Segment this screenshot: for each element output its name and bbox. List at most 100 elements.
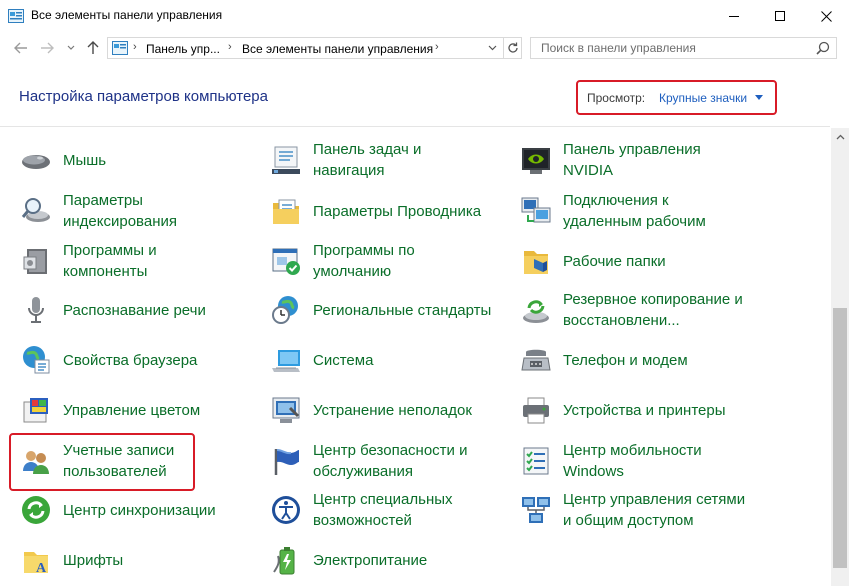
cp-item-label: Центр синхронизации xyxy=(63,501,216,519)
troubleshooting-icon xyxy=(272,397,300,423)
address-dropdown-button[interactable] xyxy=(481,38,503,58)
remote-desktop-icon xyxy=(521,197,551,223)
cp-item-label: Мышь xyxy=(63,151,107,169)
minimize-button[interactable] xyxy=(711,0,757,32)
cp-item-indexing[interactable]: Параметры индексирования xyxy=(18,188,177,234)
cp-item-label: Шрифты xyxy=(63,551,124,569)
taskbar-icon xyxy=(272,146,300,174)
chevron-down-icon xyxy=(488,45,497,51)
cp-item-ease-of-access[interactable]: Центр специальных возможностей xyxy=(268,487,453,533)
cp-item-label: Программы по умолчанию xyxy=(313,242,415,280)
color-management-icon xyxy=(23,398,48,423)
cp-item-default-programs[interactable]: Программы по умолчанию xyxy=(268,238,415,284)
cp-item-label: Система xyxy=(313,351,374,369)
cp-item-sync-center[interactable]: Центр синхронизации xyxy=(18,487,216,533)
header-divider xyxy=(0,126,830,127)
up-button[interactable] xyxy=(82,38,104,58)
nvidia-icon xyxy=(522,148,550,174)
address-bar[interactable]: › Панель упр... › Все элементы панели уп… xyxy=(107,37,504,59)
cp-item-label: Центр мобильности Windows xyxy=(563,442,702,480)
view-mode-label: Просмотр: xyxy=(587,91,646,105)
cp-item-backup[interactable]: Резервное копирование и восстановлени... xyxy=(518,287,743,333)
cp-item-label: Электропитание xyxy=(313,551,428,569)
cp-item-nvidia[interactable]: Панель управления NVIDIA xyxy=(518,137,701,183)
control-panel-icon xyxy=(112,41,128,55)
fonts-icon: A xyxy=(24,552,48,576)
search-input[interactable] xyxy=(531,38,811,58)
scroll-up-button[interactable] xyxy=(831,128,849,145)
cp-item-phone-modem[interactable]: Телефон и модем xyxy=(518,337,688,383)
cp-item-work-folders[interactable]: Рабочие папки xyxy=(518,238,666,284)
cp-item-system[interactable]: Система xyxy=(268,337,373,383)
security-flag-icon xyxy=(274,449,299,475)
work-folders-icon xyxy=(524,251,548,274)
breadcrumb-separator-icon[interactable]: › xyxy=(435,41,439,53)
cp-item-programs[interactable]: Программы и компоненты xyxy=(18,238,157,284)
cp-item-label: Параметры Проводника xyxy=(313,202,482,220)
power-options-icon xyxy=(273,547,295,575)
cp-item-label: Резервное копирование и восстановлени... xyxy=(563,291,743,329)
cp-item-folder-options[interactable]: Параметры Проводника xyxy=(268,188,481,234)
devices-printers-icon xyxy=(523,397,549,424)
phone-modem-icon xyxy=(521,349,551,371)
breadcrumb-control-panel[interactable]: Панель упр... xyxy=(146,42,220,56)
breadcrumb-separator-icon[interactable]: › xyxy=(133,41,137,53)
cp-item-label: Телефон и модем xyxy=(563,351,688,369)
default-programs-icon xyxy=(272,248,300,275)
back-button[interactable] xyxy=(10,38,32,58)
mouse-icon xyxy=(22,155,50,169)
minimize-icon xyxy=(729,16,739,17)
cp-item-mobility-center[interactable]: Центр мобильности Windows xyxy=(518,438,702,484)
cp-item-speech[interactable]: Распознавание речи xyxy=(18,287,206,333)
cp-item-label: Панель задач и навигация xyxy=(313,141,422,179)
arrow-left-icon xyxy=(14,42,27,54)
cp-item-label: Устранение неполадок xyxy=(313,401,472,419)
cp-item-color-management[interactable]: Управление цветом xyxy=(18,387,200,433)
arrow-up-icon xyxy=(87,41,99,54)
cp-item-internet-options[interactable]: Свойства браузера xyxy=(18,337,197,383)
caret-down-icon[interactable] xyxy=(755,95,763,100)
cp-item-region[interactable]: Региональные стандарты xyxy=(268,287,491,333)
page-title: Настройка параметров компьютера xyxy=(19,88,268,105)
breadcrumb-separator-icon[interactable]: › xyxy=(228,41,232,53)
search-box[interactable] xyxy=(530,37,837,59)
cp-item-label: Устройства и принтеры xyxy=(563,401,726,419)
cp-item-label: Учетные записи пользователей xyxy=(63,442,175,480)
cp-item-remote-desktop[interactable]: Подключения к удаленным рабочим xyxy=(518,188,706,234)
recent-locations-button[interactable] xyxy=(60,38,82,58)
forward-button[interactable] xyxy=(36,38,58,58)
close-button[interactable] xyxy=(803,0,849,32)
maximize-button[interactable] xyxy=(757,0,803,32)
title-bar: Все элементы панели управления xyxy=(0,0,849,32)
sync-center-icon xyxy=(22,496,50,524)
cp-item-label: Параметры индексирования xyxy=(63,192,177,230)
cp-item-mouse[interactable]: Мышь xyxy=(18,137,106,183)
cp-item-network-center[interactable]: Центр управления сетями и общим доступом xyxy=(518,487,745,533)
folder-options-icon xyxy=(273,199,299,224)
view-mode-dropdown[interactable]: Крупные значки xyxy=(659,91,747,105)
cp-item-fonts[interactable]: A Шрифты xyxy=(18,537,123,583)
cp-item-taskbar[interactable]: Панель задач и навигация xyxy=(268,137,421,183)
cp-item-user-accounts[interactable]: Учетные записи пользователей xyxy=(18,438,174,484)
cp-item-devices-printers[interactable]: Устройства и принтеры xyxy=(518,387,725,433)
cp-item-troubleshooting[interactable]: Устранение неполадок xyxy=(268,387,472,433)
window-title: Все элементы панели управления xyxy=(31,8,223,22)
cp-item-label: Региональные стандарты xyxy=(313,301,492,319)
control-panel-icon xyxy=(8,9,24,23)
refresh-button[interactable] xyxy=(504,37,522,59)
cp-item-label: Центр специальных возможностей xyxy=(313,491,453,529)
system-icon xyxy=(272,350,300,372)
scrollbar-thumb[interactable] xyxy=(833,308,847,568)
mobility-center-icon xyxy=(523,447,549,475)
region-icon xyxy=(272,296,298,324)
cp-item-label: Рабочие папки xyxy=(563,252,666,270)
cp-item-label: Свойства браузера xyxy=(63,351,198,369)
close-icon xyxy=(820,10,832,22)
internet-options-icon xyxy=(23,346,50,374)
breadcrumb-all-items[interactable]: Все элементы панели управления xyxy=(242,42,433,56)
cp-item-power-options[interactable]: Электропитание xyxy=(268,537,427,583)
search-icon[interactable] xyxy=(816,41,830,55)
indexing-icon xyxy=(21,198,50,222)
cp-item-security-center[interactable]: Центр безопасности и обслуживания xyxy=(268,438,467,484)
chevron-up-icon xyxy=(836,134,844,139)
